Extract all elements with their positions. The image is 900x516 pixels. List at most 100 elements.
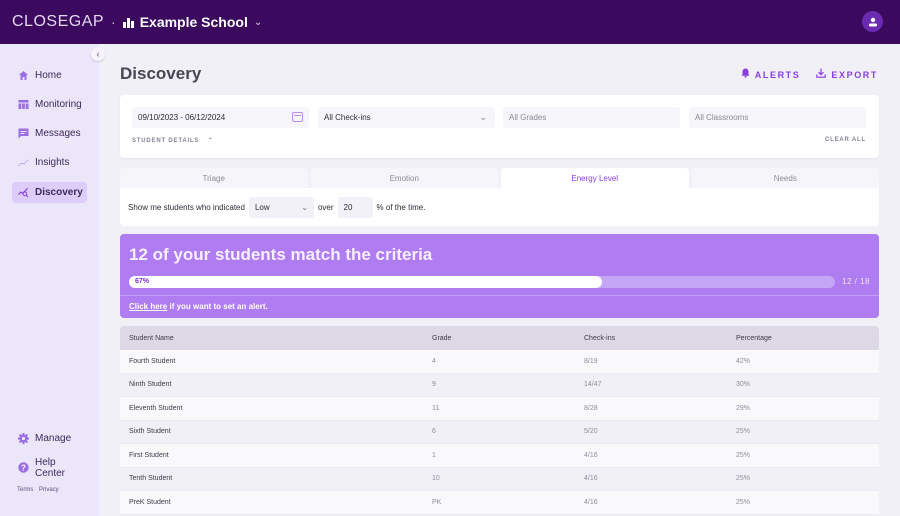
tab-triage[interactable]: Triage bbox=[120, 168, 308, 188]
sidebar-item-help-center[interactable]: ? Help Center bbox=[12, 456, 87, 479]
check-ins-cell: 4/16 bbox=[584, 475, 598, 483]
percentage-cell: 42% bbox=[736, 357, 751, 365]
download-icon bbox=[816, 68, 827, 81]
percent-value: 20 bbox=[343, 202, 353, 212]
tab-energy-level[interactable]: Energy Level bbox=[501, 168, 689, 188]
check-ins-cell: 4/16 bbox=[584, 498, 598, 506]
check-ins-cell: 8/28 bbox=[584, 404, 598, 412]
grades-placeholder: All Grades bbox=[509, 113, 547, 122]
export-button[interactable]: EXPORT bbox=[816, 68, 878, 81]
sidebar-item-home[interactable]: Home bbox=[12, 65, 87, 86]
chevron-down-icon[interactable]: ⌄ bbox=[254, 17, 262, 28]
bell-icon bbox=[741, 68, 750, 81]
table-row[interactable]: Fourth Student 4 8/19 42% bbox=[120, 350, 879, 374]
home-icon bbox=[18, 70, 29, 81]
school-selector[interactable]: Example School bbox=[140, 14, 248, 30]
footer-links: Terms Privacy bbox=[17, 487, 63, 493]
user-icon bbox=[868, 17, 877, 26]
sidebar-item-messages[interactable]: Messages bbox=[12, 123, 87, 144]
energy-level-select[interactable]: Low ⌄ bbox=[248, 196, 314, 218]
student-name-cell: PreK Student bbox=[129, 498, 171, 506]
column-header-check-ins[interactable]: Check-ins bbox=[576, 335, 728, 342]
match-card: 12 of your students match the criteria 6… bbox=[120, 234, 879, 318]
table-row[interactable]: Ninth Student 9 14/47 30% bbox=[120, 373, 879, 397]
check-ins-cell: 5/20 bbox=[584, 428, 598, 436]
divider bbox=[120, 295, 879, 296]
alerts-button[interactable]: ALERTS bbox=[741, 68, 801, 81]
grade-cell: 10 bbox=[432, 475, 440, 483]
energy-level-value: Low bbox=[254, 202, 270, 212]
criteria-card: Show me students who indicated Low ⌄ ove… bbox=[120, 188, 879, 226]
date-range-picker[interactable]: 09/10/2023 - 06/12/2024 bbox=[132, 107, 309, 128]
grade-cell: 1 bbox=[432, 451, 436, 459]
grade-cell: 11 bbox=[432, 404, 440, 412]
message-icon bbox=[18, 128, 29, 139]
checkins-select[interactable]: All Check-ins ⌄ bbox=[318, 107, 495, 128]
set-alert-suffix: if you want to set an alert. bbox=[167, 302, 268, 311]
table-row[interactable]: PreK Student PK 4/16 25% bbox=[120, 491, 879, 515]
percent-input[interactable]: 20 bbox=[337, 196, 373, 218]
percentage-cell: 25% bbox=[736, 451, 751, 459]
sidebar-item-manage[interactable]: Manage bbox=[12, 428, 87, 449]
student-name-cell: Sixth Student bbox=[129, 428, 171, 436]
monitoring-icon bbox=[18, 99, 29, 110]
table-row[interactable]: First Student 1 4/16 25% bbox=[120, 444, 879, 468]
date-range-value: 09/10/2023 - 06/12/2024 bbox=[138, 113, 226, 122]
table-row[interactable]: Sixth Student 6 5/20 25% bbox=[120, 420, 879, 444]
criteria-prefix: Show me students who indicated bbox=[128, 202, 245, 212]
set-alert-link[interactable]: Click here bbox=[129, 302, 167, 311]
tab-emotion[interactable]: Emotion bbox=[310, 168, 498, 188]
gear-icon bbox=[18, 433, 29, 444]
student-details-toggle[interactable]: STUDENT DETAILS ⌃ bbox=[132, 137, 214, 144]
classrooms-placeholder: All Classrooms bbox=[695, 113, 749, 122]
sidebar-item-label: Discovery bbox=[35, 187, 83, 198]
sidebar-item-label: Messages bbox=[35, 128, 81, 139]
user-avatar[interactable] bbox=[862, 11, 883, 32]
sidebar-item-label: Insights bbox=[35, 157, 70, 168]
tab-needs[interactable]: Needs bbox=[691, 168, 879, 188]
separator: · bbox=[111, 14, 116, 30]
collapse-sidebar-button[interactable]: ‹ bbox=[91, 47, 105, 61]
percentage-cell: 25% bbox=[736, 475, 751, 483]
column-header-grade[interactable]: Grade bbox=[424, 335, 576, 342]
chevron-down-icon: ⌄ bbox=[301, 202, 308, 212]
percentage-cell: 25% bbox=[736, 428, 751, 436]
chevron-down-icon: ⌄ bbox=[479, 112, 487, 122]
sidebar-item-insights[interactable]: Insights bbox=[12, 152, 87, 173]
grade-cell: 9 bbox=[432, 381, 436, 389]
grade-cell: 4 bbox=[432, 357, 436, 365]
table-row[interactable]: Eleventh Student 11 8/28 29% bbox=[120, 397, 879, 421]
filter-card: 09/10/2023 - 06/12/2024 All Check-ins ⌄ … bbox=[120, 95, 879, 158]
match-count: 12 / 18 bbox=[842, 277, 870, 286]
column-header-student-name[interactable]: Student Name bbox=[120, 335, 424, 342]
clear-all-button[interactable]: CLEAR ALL bbox=[825, 137, 866, 143]
column-header-percentage[interactable]: Percentage bbox=[728, 335, 879, 342]
grade-cell: PK bbox=[432, 498, 442, 506]
percentage-cell: 29% bbox=[736, 404, 751, 412]
percentage-cell: 25% bbox=[736, 498, 751, 506]
student-name-cell: Eleventh Student bbox=[129, 404, 183, 412]
header-actions: ALERTS EXPORT bbox=[741, 68, 878, 81]
grades-select[interactable]: All Grades bbox=[503, 107, 680, 128]
student-name-cell: Tenth Student bbox=[129, 475, 173, 483]
table-header: Student Name Grade Check-ins Percentage bbox=[120, 326, 879, 350]
classrooms-select[interactable]: All Classrooms bbox=[689, 107, 866, 128]
privacy-link[interactable]: Privacy bbox=[39, 487, 59, 493]
table-body: Fourth Student 4 8/19 42% Ninth Student 9 14/4… bbox=[120, 350, 879, 515]
table-row[interactable]: Tenth Student 10 4/16 25% bbox=[120, 467, 879, 491]
calendar-icon[interactable] bbox=[292, 112, 303, 122]
svg-text:?: ? bbox=[21, 463, 26, 472]
discovery-icon bbox=[18, 187, 29, 198]
check-ins-cell: 4/16 bbox=[584, 451, 598, 459]
students-table: Student Name Grade Check-ins Percentage … bbox=[120, 326, 879, 515]
closegap-logo[interactable]: CLOSEGAP bbox=[12, 13, 104, 31]
student-name-cell: Ninth Student bbox=[129, 381, 172, 389]
school-building-icon bbox=[122, 16, 135, 28]
criteria-middle: over bbox=[317, 202, 334, 212]
terms-link[interactable]: Terms bbox=[17, 487, 33, 493]
sidebar-item-label: Manage bbox=[35, 433, 72, 444]
sidebar-item-discovery[interactable]: Discovery bbox=[12, 182, 87, 203]
check-ins-cell: 8/19 bbox=[584, 357, 598, 365]
sidebar-item-label: Help Center bbox=[35, 456, 66, 479]
sidebar-item-monitoring[interactable]: Monitoring bbox=[12, 94, 87, 115]
